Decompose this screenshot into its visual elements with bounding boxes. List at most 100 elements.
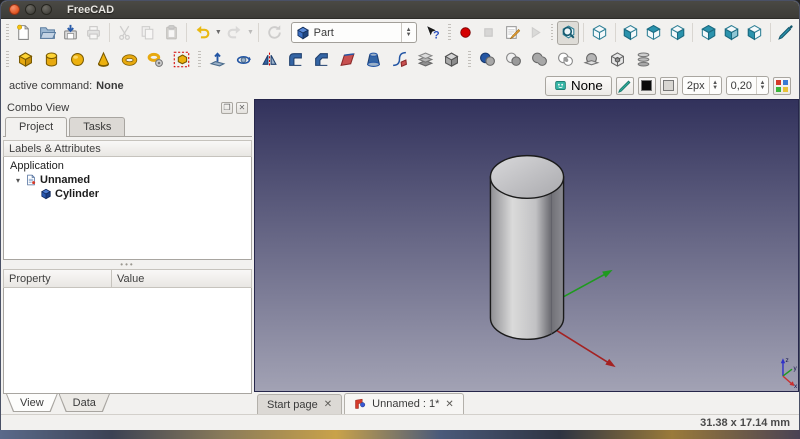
expander-icon[interactable]: ▾ [14,176,22,185]
draft-tray: None 2px ▲▼ 0,20 ▲▼ [545,76,791,96]
3d-viewport[interactable]: z y x [254,99,799,392]
svg-text:?: ? [433,29,439,41]
part-revolve-button[interactable] [231,48,256,72]
thickness-icon [443,51,460,68]
part-union-button[interactable] [527,48,552,72]
front-view-button[interactable] [619,21,641,45]
macro-record-button[interactable] [455,21,477,45]
line-color-button[interactable] [638,77,656,95]
refresh-button[interactable] [263,21,285,45]
part-cone-button[interactable] [91,48,116,72]
part-common-button[interactable] [553,48,578,72]
print-button[interactable] [82,21,104,45]
property-column-header[interactable]: Property [3,269,111,288]
toolbar-drag-handle[interactable] [198,51,201,69]
part-box-button[interactable] [13,48,38,72]
model-tree[interactable]: Application ▾ Unnamed Cylinder [3,157,252,260]
tab-view[interactable]: View [6,394,58,412]
part-section-button[interactable] [579,48,604,72]
part-mirror-button[interactable] [257,48,282,72]
redo-dropdown-caret[interactable]: ▼ [247,21,255,45]
close-tab-icon[interactable]: ✕ [445,399,453,410]
toolbar-drag-handle[interactable] [468,51,471,69]
bottom-view-button[interactable] [720,21,742,45]
part-compound-button[interactable] [605,48,630,72]
part-boolean-button[interactable] [475,48,500,72]
face-color-chip [663,80,674,91]
right-view-button[interactable] [666,21,688,45]
axonometric-view-button[interactable] [588,21,610,45]
cylinder-object[interactable] [490,156,563,340]
part-torus-button[interactable] [117,48,142,72]
save-document-button[interactable] [59,21,81,45]
workbench-selector[interactable]: Part ▲▼ [291,22,417,43]
part-cross-sections-button[interactable] [631,48,656,72]
part-primitives-button[interactable] [143,48,168,72]
dock-close-icon[interactable]: ✕ [236,102,248,114]
part-loft-button[interactable] [361,48,386,72]
text-scale-spin-arrows[interactable]: ▲▼ [756,77,768,94]
tree-item-document[interactable]: ▾ Unnamed [4,173,251,187]
line-width-spin-arrows[interactable]: ▲▼ [709,77,721,94]
panel-splitter[interactable]: ••• [3,260,252,269]
dock-float-icon[interactable]: ❐ [221,102,233,114]
cone-icon [95,51,112,68]
part-cut-button[interactable] [501,48,526,72]
whats-this-button[interactable]: ? [422,21,444,45]
toolbar-drag-handle[interactable] [6,24,9,42]
macro-stop-button[interactable] [478,21,500,45]
window-maximize-icon[interactable] [41,4,52,15]
text-scale-spinbox[interactable]: 0,20 ▲▼ [726,76,769,95]
window-minimize-icon[interactable] [25,4,36,15]
part-fillet-button[interactable] [283,48,308,72]
part-extrude-button[interactable] [205,48,230,72]
macro-play-button[interactable] [524,21,546,45]
tree-item-application[interactable]: Application [4,159,251,173]
titlebar[interactable]: FreeCAD [1,1,799,19]
open-document-button[interactable] [36,21,58,45]
tab-start-page[interactable]: Start page ✕ [257,394,342,414]
new-document-button[interactable] [13,21,35,45]
part-shape-builder-button[interactable] [169,48,194,72]
measure-distance-button[interactable] [775,21,797,45]
construction-mode-toggle[interactable] [616,77,634,95]
redo-button[interactable] [223,21,245,45]
line-width-spinbox[interactable]: 2px ▲▼ [682,76,722,95]
torus-icon [121,51,138,68]
rear-view-cube-icon [700,24,717,41]
copy-button[interactable] [137,21,159,45]
part-sphere-button[interactable] [65,48,90,72]
autogroup-button[interactable] [773,77,791,95]
toolbar-drag-handle[interactable] [551,24,554,42]
left-view-button[interactable] [744,21,766,45]
undo-button[interactable] [191,21,213,45]
fit-all-button[interactable] [557,21,579,45]
tab-project[interactable]: Project [5,117,67,137]
part-cylinder-button[interactable] [39,48,64,72]
window-close-icon[interactable] [9,4,20,15]
top-view-button[interactable] [643,21,665,45]
part-ruled-surface-button[interactable] [335,48,360,72]
undo-dropdown-caret[interactable]: ▼ [214,21,222,45]
combo-view-titlebar[interactable]: Combo View ❐ ✕ [3,99,252,116]
tab-tasks[interactable]: Tasks [69,117,125,136]
close-tab-icon[interactable]: ✕ [324,399,332,410]
paste-button[interactable] [160,21,182,45]
toolbar-drag-handle[interactable] [448,24,451,42]
part-sweep-button[interactable] [387,48,412,72]
property-table-body[interactable] [3,288,252,394]
part-thickness-button[interactable] [439,48,464,72]
workbench-spinner[interactable]: ▲▼ [401,23,416,42]
tab-data[interactable]: Data [59,394,110,412]
part-chamfer-button[interactable] [309,48,334,72]
face-color-button[interactable] [660,77,678,95]
macro-edit-button[interactable] [501,21,523,45]
cut-button[interactable] [114,21,136,45]
rear-view-button[interactable] [697,21,719,45]
value-column-header[interactable]: Value [111,269,252,288]
part-offset-button[interactable] [413,48,438,72]
tab-unnamed-document[interactable]: Unnamed : 1* ✕ [344,393,464,414]
tree-item-cylinder[interactable]: Cylinder [4,187,251,201]
toolbar-drag-handle[interactable] [6,51,9,69]
layer-button[interactable]: None [545,76,612,96]
